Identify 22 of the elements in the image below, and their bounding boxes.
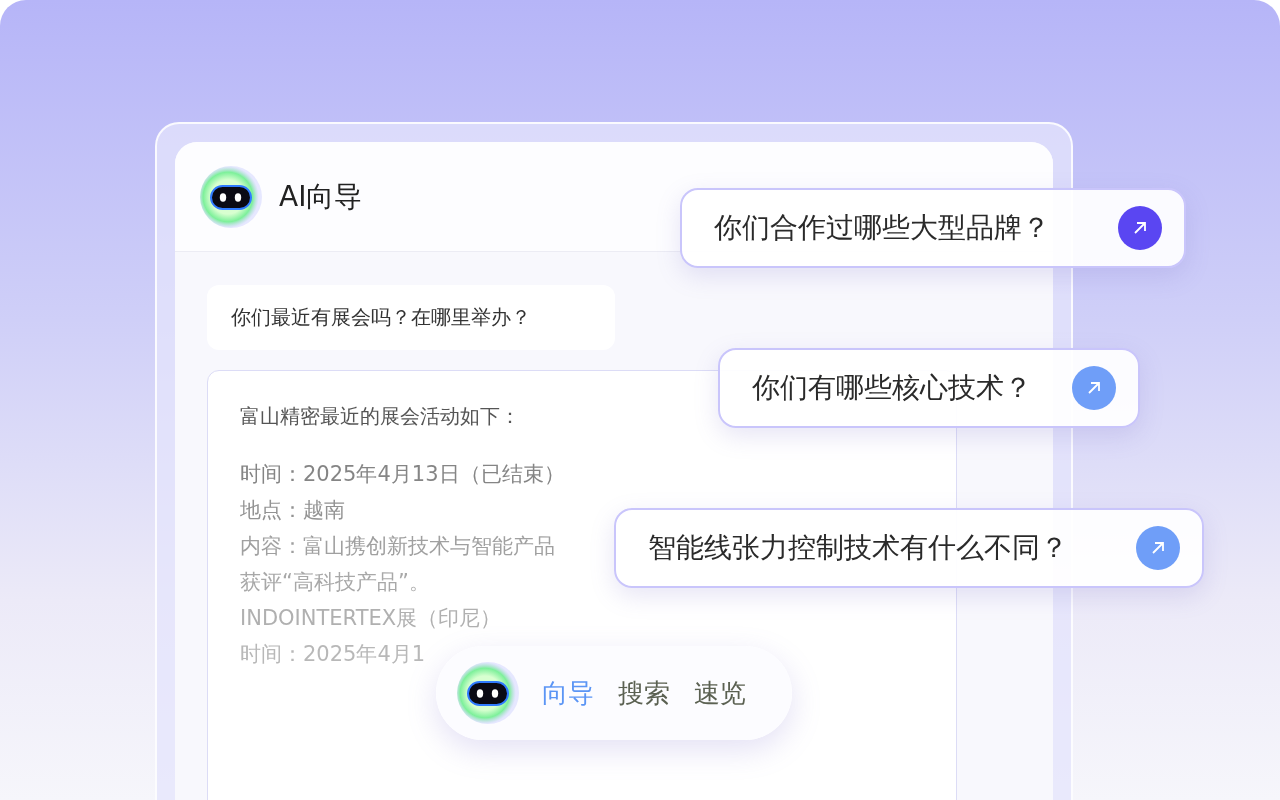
send-button[interactable] [1136, 526, 1180, 570]
robot-avatar-icon [199, 164, 263, 229]
arrow-icon [1086, 380, 1102, 396]
answer-heading: 富山精密最近的展会活动如下： [240, 403, 521, 430]
arrow-icon [1132, 220, 1148, 236]
answer-line: 获评“高科技产品”。 [240, 569, 430, 596]
send-button[interactable] [1118, 206, 1162, 250]
answer-line: INDOINTERTEX展（印尼） [240, 605, 502, 632]
user-message: 你们最近有展会吗？在哪里举办？ [207, 285, 615, 350]
suggestion-chip[interactable]: 你们有哪些核心技术？ [718, 348, 1140, 428]
suggestion-chip[interactable]: 智能线张力控制技术有什么不同？ [614, 508, 1204, 588]
robot-avatar-icon [456, 661, 520, 725]
answer-line: 地点：越南 [240, 497, 345, 524]
send-button[interactable] [1072, 366, 1116, 410]
chat-title: AI向导 [279, 178, 363, 215]
dock-tab[interactable]: 速览 [694, 675, 746, 711]
answer-line: 内容：富山携创新技术与智能产品 [240, 533, 555, 560]
suggestion-chip[interactable]: 你们合作过哪些大型品牌？ [680, 188, 1186, 268]
arrow-icon [1150, 540, 1166, 556]
answer-line: 时间：2025年4月1 [240, 641, 426, 668]
answer-line: 时间：2025年4月13日（已结束） [240, 461, 565, 488]
dock-tab[interactable]: 搜索 [618, 675, 670, 711]
